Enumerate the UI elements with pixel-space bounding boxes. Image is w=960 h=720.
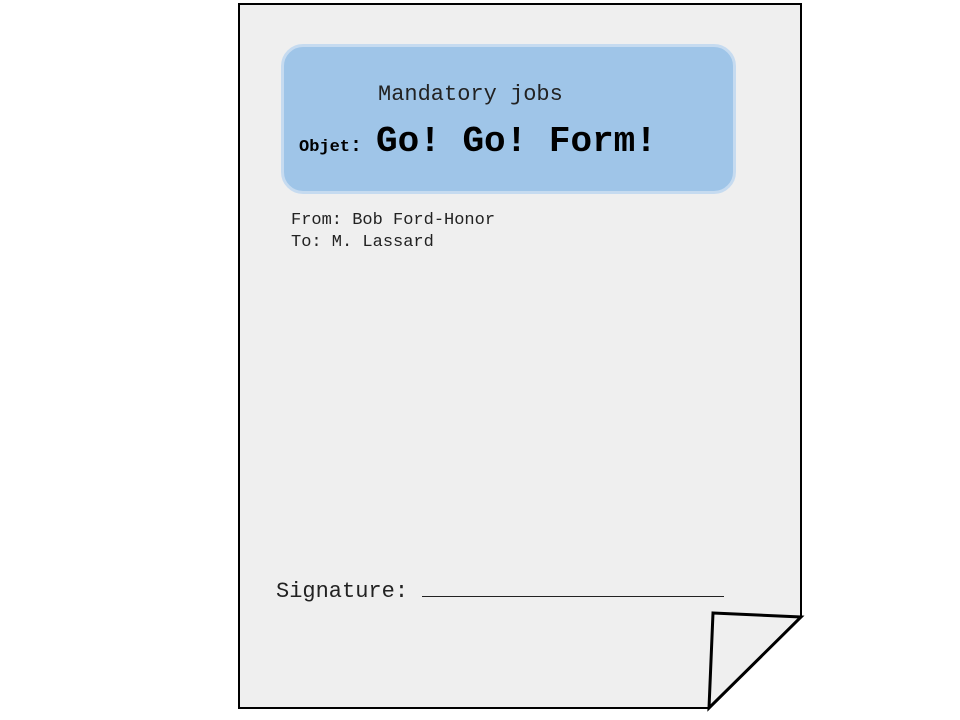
memo-addresses: From: Bob Ford-Honor To: M. Lassard	[291, 210, 495, 254]
memo-title: Mandatory jobs	[378, 82, 563, 107]
signature-row: Signature:	[276, 574, 725, 606]
subject-label: Objet	[299, 138, 351, 157]
subject-value: Go! Go! Form!	[376, 121, 657, 162]
to-line: To: M. Lassard	[291, 233, 434, 252]
from-line: From: Bob Ford-Honor	[291, 211, 496, 230]
signature-line[interactable]	[422, 574, 725, 597]
subject-separator: :	[350, 135, 363, 158]
signature-label: Signature:	[276, 579, 409, 604]
subject-row: Objet: Go! Go! Form!	[299, 118, 657, 172]
folded-corner	[707, 611, 805, 712]
